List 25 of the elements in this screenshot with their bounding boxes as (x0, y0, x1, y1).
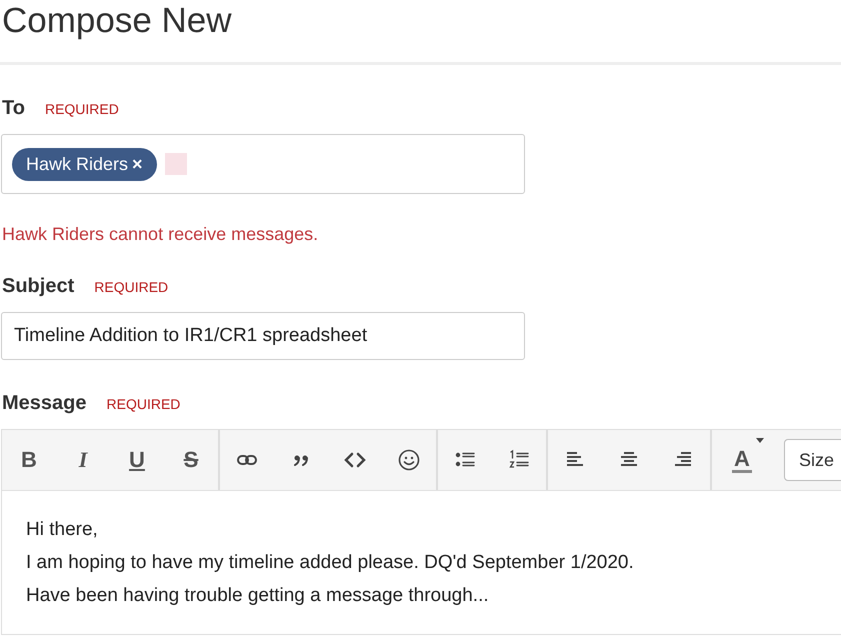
bold-button[interactable]: B (2, 430, 56, 490)
page-title: Compose New (0, 0, 841, 65)
remove-button[interactable]: × (132, 154, 143, 174)
subject-field[interactable]: Timeline Addition to IR1/CR1 spreadsheet (1, 312, 525, 360)
field-label: Subject (2, 275, 74, 298)
recipient-name: Hawk Riders (26, 154, 128, 174)
message-line: Have been having trouble getting a message through... (26, 584, 490, 608)
error-message: Hawk Riders cannot receive messages. (2, 224, 320, 245)
message-line: Hi there, (26, 518, 99, 542)
recipient-field[interactable]: Hawk Riders × (1, 134, 525, 194)
required-label: REQUIRED (106, 396, 180, 412)
required-label: REQUIRED (94, 279, 168, 295)
message-editor[interactable]: Hi there, I am hoping to have my timeline added please. DQ'd September 1/2020. Have been having trouble getting a message through... (2, 491, 841, 634)
italic-button[interactable]: I (56, 430, 110, 490)
recipient-input[interactable] (164, 153, 187, 175)
caret-icon (756, 438, 764, 443)
field-label: To (2, 97, 25, 120)
underline-button[interactable]: U (110, 430, 164, 490)
text-color-button[interactable]: A (712, 430, 772, 490)
strike-button[interactable]: S (164, 430, 218, 490)
size-dropdown[interactable]: Size (784, 439, 841, 481)
field-label: Message (2, 392, 86, 415)
message-line: I am hoping to have my timeline added please. DQ'd September 1/2020. (26, 551, 635, 575)
required-label: REQUIRED (44, 101, 119, 117)
emoji-icon (398, 449, 420, 471)
